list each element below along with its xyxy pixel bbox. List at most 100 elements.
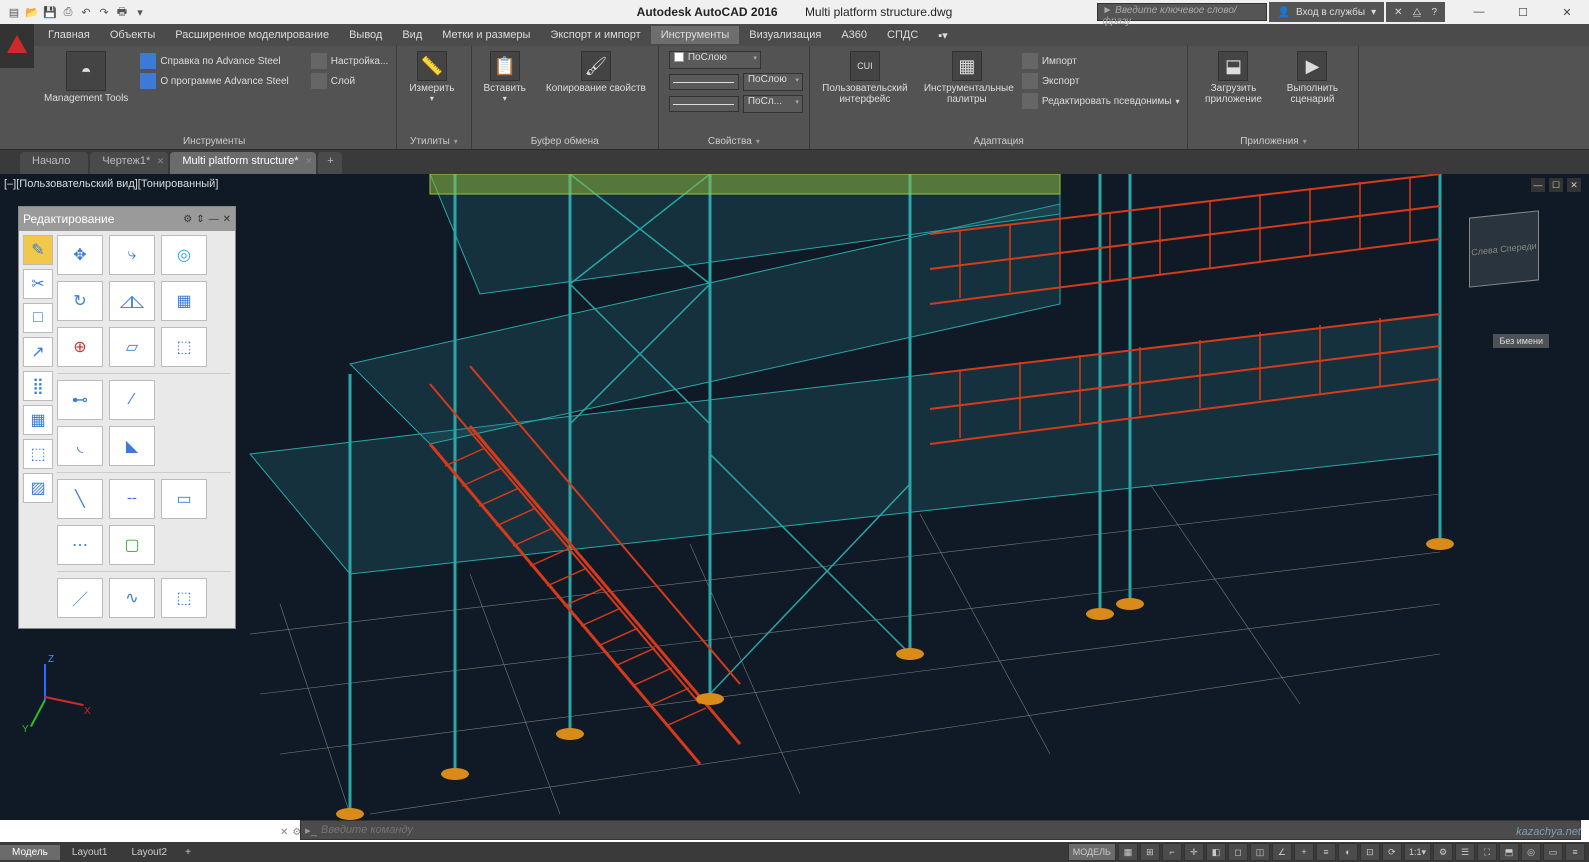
tool-offset-icon[interactable]: ◎ [161,235,207,275]
tab-view[interactable]: Вид [392,26,432,44]
layout-tab-model[interactable]: Модель [0,845,60,860]
tool-rect-icon[interactable]: ▢ [109,525,155,565]
pin-icon[interactable]: ⇕ [196,214,204,225]
status-ws-icon[interactable]: ☰ [1455,843,1475,861]
about-advance-steel[interactable]: О программе Advance Steel [138,71,290,91]
edit-aliases-button[interactable]: Редактировать псевдонимы ▾ [1020,91,1182,111]
status-isolate-icon[interactable]: ◎ [1521,843,1541,861]
tool-section-icon[interactable]: ⬚ [23,439,53,469]
status-3dosnap-icon[interactable]: ◫ [1250,843,1270,861]
close-icon[interactable]: ✕ [305,156,313,167]
tool-3d-array-icon[interactable]: ⬚ [161,327,207,367]
panel-title-properties[interactable]: Свойства [665,134,803,149]
status-track-icon[interactable]: ∠ [1272,843,1292,861]
tool-spline-icon[interactable]: ∿ [109,578,155,618]
close-button[interactable]: ✕ [1545,0,1589,24]
account-sign-in[interactable]: 👤 Вход в службы ▾ [1269,2,1384,22]
maximize-button[interactable]: ☐ [1501,0,1545,24]
tab-tools[interactable]: Инструменты [651,26,740,44]
status-dyn-icon[interactable]: + [1294,843,1314,861]
layer-button[interactable]: Слой [309,71,391,91]
qat-saveas-icon[interactable]: ⎙ [60,4,76,20]
settings-button[interactable]: Настройка... [309,51,391,71]
status-hardware-icon[interactable]: ⬒ [1499,843,1519,861]
tab-annotate[interactable]: Метки и размеры [432,26,540,44]
lineweight-dropdown[interactable]: ПоСлою [743,73,803,91]
minimize-button[interactable]: — [1457,0,1501,24]
status-polar-icon[interactable]: ✛ [1184,843,1204,861]
match-properties-button[interactable]: 🖌Копирование свойств [540,49,652,96]
tool-dash-icon[interactable]: ╌ [109,479,155,519]
qat-new-icon[interactable]: ▤ [6,4,22,20]
tool-array-rect-icon[interactable]: ▦ [161,281,207,321]
vp-min-icon[interactable]: — [1531,178,1545,192]
color-dropdown[interactable]: ПоСлою [669,51,761,69]
tool-point-icon[interactable]: ⋯ [57,525,103,565]
help-advance-steel[interactable]: Справка по Advance Steel [138,51,290,71]
status-customize-icon[interactable]: ≡ [1565,843,1585,861]
status-osnap-icon[interactable]: ◻ [1228,843,1248,861]
gear-icon[interactable]: ⚙ [183,214,192,225]
drawing-tab-start[interactable]: Начало [20,152,88,174]
command-input[interactable] [321,824,1580,836]
tab-output[interactable]: Вывод [339,26,392,44]
tool-block-icon[interactable]: ▭ [161,479,207,519]
tool-array-icon[interactable]: ▦ [23,405,53,435]
vp-max-icon[interactable]: ☐ [1549,178,1563,192]
tab-a360[interactable]: A360 [831,26,877,44]
paste-button[interactable]: 📋Вставить▾ [478,49,532,105]
tool-stretch-icon[interactable]: ▱ [109,327,155,367]
new-drawing-tab[interactable]: + [318,152,342,174]
tab-visualize[interactable]: Визуализация [739,26,831,44]
close-icon[interactable]: ✕ [223,214,231,225]
status-model[interactable]: МОДЕЛЬ [1068,843,1116,861]
status-lwt-icon[interactable]: ≡ [1316,843,1336,861]
qat-redo-icon[interactable]: ↷ [96,4,112,20]
status-clean-icon[interactable]: ▭ [1543,843,1563,861]
status-snap-icon[interactable]: ⊞ [1140,843,1160,861]
run-script-button[interactable]: ▶Выполнить сценарий [1276,49,1348,107]
app-logo-button[interactable] [0,24,34,68]
load-app-button[interactable]: ⬓Загрузить приложение [1194,49,1272,107]
status-scale[interactable]: 1:1 ▾ [1404,843,1431,861]
linetype-dropdown[interactable]: ПоСл... [743,95,803,113]
status-iso-icon[interactable]: ◧ [1206,843,1226,861]
command-line[interactable]: ▸_ [300,820,1581,840]
status-gear-icon[interactable]: ⚙ [1433,843,1453,861]
a360-icon[interactable]: ⧋ [1413,7,1422,18]
tool-move-icon[interactable]: ✥ [57,235,103,275]
tab-objects[interactable]: Объекты [100,26,165,44]
status-grid-icon[interactable]: ▦ [1118,843,1138,861]
tool-rotate-icon[interactable]: ↻ [57,281,103,321]
management-tools-button[interactable]: ◓ Management Tools [38,49,134,106]
layout-add-button[interactable]: + [179,845,197,860]
palette-header[interactable]: Редактирование ⚙ ⇕ — ✕ [19,207,235,231]
tool-fillet-icon[interactable]: ◟ [57,426,103,466]
tool-scale-icon[interactable]: ⊕ [57,327,103,367]
tab-home[interactable]: Главная [38,26,100,44]
qat-save-icon[interactable]: 💾 [42,4,58,20]
status-transparency-icon[interactable]: ◐ [1338,843,1358,861]
tool-box-icon[interactable]: ⬚ [161,578,207,618]
qat-undo-icon[interactable]: ↶ [78,4,94,20]
tool-dotted-icon[interactable]: ⣿ [23,371,53,401]
layout-tab-1[interactable]: Layout1 [60,845,120,860]
measure-button[interactable]: 📏Измерить▾ [403,49,460,105]
editing-palette[interactable]: Редактирование ⚙ ⇕ — ✕ ✎ ✂ □ ↗ ⣿ ▦ ⬚ ▨ ✥… [18,206,236,629]
minimize-icon[interactable]: — [209,214,219,225]
tool-measure-icon[interactable]: □ [23,303,53,333]
panel-title-apps[interactable]: Приложения [1194,134,1352,149]
exchange-icon[interactable]: ✕ [1394,7,1402,18]
qat-more-icon[interactable]: ▾ [132,4,148,20]
tool-modify-icon[interactable]: ✂ [23,269,53,299]
qat-open-icon[interactable]: 📂 [24,4,40,20]
tool-chamfer-icon[interactable]: ◣ [109,426,155,466]
visual-style-label[interactable]: Без имени [1493,334,1549,348]
layout-tab-2[interactable]: Layout2 [120,845,180,860]
status-fullscreen-icon[interactable]: ⛶ [1477,843,1497,861]
export-button[interactable]: Экспорт [1020,71,1182,91]
tool-polyline-icon[interactable]: ／ [57,578,103,618]
help-icon[interactable]: ? [1431,7,1437,18]
tab-export[interactable]: Экспорт и импорт [540,26,650,44]
cui-button[interactable]: CUIПользовательский интерфейс [816,49,914,107]
